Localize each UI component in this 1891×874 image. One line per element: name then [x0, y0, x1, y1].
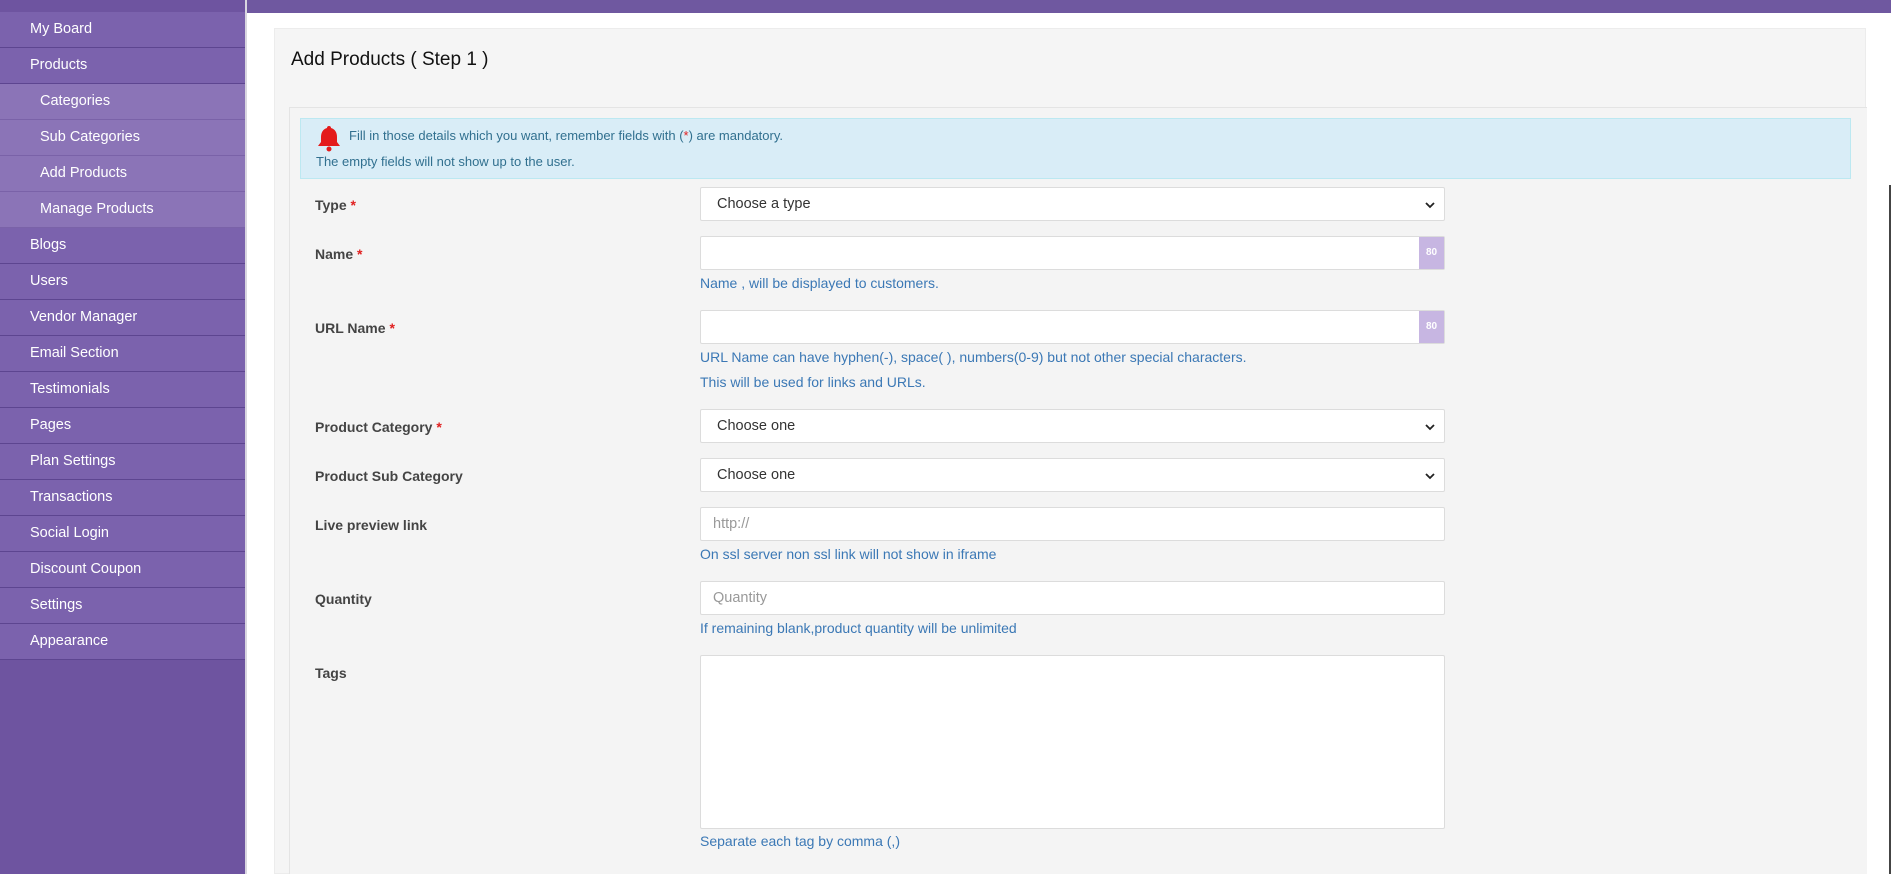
sub-category-label-text: Product Sub Category	[315, 468, 463, 484]
name-help: Name , will be displayed to customers.	[700, 275, 939, 291]
required-star: *	[350, 197, 356, 213]
url-name-label: URL Name *	[315, 320, 395, 336]
url-name-label-text: URL Name	[315, 320, 386, 336]
sidebar-item-products[interactable]: Products	[0, 48, 245, 84]
url-name-char-counter: 80	[1419, 311, 1444, 343]
sidebar-item-my-board[interactable]: My Board	[0, 12, 245, 48]
form-panel: Add Products ( Step 1 ) Fill in those de…	[274, 28, 1867, 874]
sidebar-item-testimonials[interactable]: Testimonials	[0, 372, 245, 408]
preview-link-placeholder: http://	[713, 516, 750, 532]
sidebar-item-settings[interactable]: Settings	[0, 588, 245, 624]
category-select-value: Choose one	[717, 418, 796, 434]
sidebar-item-pages[interactable]: Pages	[0, 408, 245, 444]
preview-link-label-text: Live preview link	[315, 517, 428, 533]
tags-label: Tags	[315, 665, 347, 681]
url-name-help: URL Name can have hyphen(-), space( ), n…	[700, 349, 1247, 365]
category-label: Product Category *	[315, 419, 442, 435]
sidebar-item-manage-products[interactable]: Manage Products	[0, 192, 245, 228]
sidebar-item-appearance[interactable]: Appearance	[0, 624, 245, 660]
category-select[interactable]: Choose one	[700, 409, 1445, 443]
preview-link-label: Live preview link	[315, 517, 427, 533]
main-content: Add Products ( Step 1 ) Fill in those de…	[247, 13, 1891, 874]
chevron-down-icon	[1425, 202, 1435, 209]
sidebar-item-transactions[interactable]: Transactions	[0, 480, 245, 516]
top-bar	[0, 0, 1891, 13]
bell-icon	[318, 126, 340, 152]
chevron-down-icon	[1425, 424, 1435, 431]
sidebar-menu: My Board Products Categories Sub Categor…	[0, 12, 245, 660]
url-name-help-links: This will be used for links and URLs.	[700, 374, 926, 390]
sub-category-select-value: Choose one	[717, 467, 796, 483]
quantity-input[interactable]: Quantity	[700, 581, 1445, 615]
sidebar-item-sub-categories[interactable]: Sub Categories	[0, 120, 245, 156]
sidebar-item-email-section[interactable]: Email Section	[0, 336, 245, 372]
quantity-label-text: Quantity	[315, 591, 372, 607]
name-label-text: Name	[315, 246, 354, 262]
sidebar-item-social-login[interactable]: Social Login	[0, 516, 245, 552]
url-name-input[interactable]: 80	[700, 310, 1445, 344]
type-label-text: Type	[315, 197, 347, 213]
alert-note: The empty fields will not show up to the…	[316, 154, 575, 169]
type-label: Type *	[315, 197, 356, 213]
tags-help: Separate each tag by comma (,)	[700, 833, 900, 849]
form-body: Fill in those details which you want, re…	[289, 107, 1867, 874]
sidebar: My Board Products Categories Sub Categor…	[0, 0, 245, 874]
sub-category-label: Product Sub Category	[315, 468, 463, 484]
tags-label-text: Tags	[315, 665, 347, 681]
quantity-help: If remaining blank,product quantity will…	[700, 620, 1017, 636]
preview-link-help: On ssl server non ssl link will not show…	[700, 546, 997, 562]
tags-textarea[interactable]	[700, 655, 1445, 829]
preview-link-input[interactable]: http://	[700, 507, 1445, 541]
required-star: *	[389, 320, 395, 336]
info-alert: Fill in those details which you want, re…	[300, 118, 1851, 179]
page-title: Add Products ( Step 1 )	[291, 49, 489, 70]
sidebar-item-users[interactable]: Users	[0, 264, 245, 300]
alert-message: Fill in those details which you want, re…	[349, 128, 783, 143]
sidebar-item-categories[interactable]: Categories	[0, 84, 245, 120]
name-char-counter: 80	[1419, 237, 1444, 269]
name-label: Name *	[315, 246, 362, 262]
category-label-text: Product Category	[315, 419, 433, 435]
quantity-placeholder: Quantity	[713, 590, 767, 606]
chevron-down-icon	[1425, 473, 1435, 480]
alert-message-start: Fill in those details which you want, re…	[349, 128, 684, 143]
name-input[interactable]: 80	[700, 236, 1445, 270]
sidebar-item-add-products[interactable]: Add Products	[0, 156, 245, 192]
alert-message-end: ) are mandatory.	[688, 128, 784, 143]
type-select-value: Choose a type	[717, 196, 811, 212]
sidebar-item-blogs[interactable]: Blogs	[0, 228, 245, 264]
required-star: *	[436, 419, 442, 435]
quantity-label: Quantity	[315, 591, 372, 607]
sidebar-item-discount-coupon[interactable]: Discount Coupon	[0, 552, 245, 588]
required-star: *	[357, 246, 363, 262]
type-select[interactable]: Choose a type	[700, 187, 1445, 221]
sidebar-item-vendor-manager[interactable]: Vendor Manager	[0, 300, 245, 336]
sidebar-item-plan-settings[interactable]: Plan Settings	[0, 444, 245, 480]
sub-category-select[interactable]: Choose one	[700, 458, 1445, 492]
